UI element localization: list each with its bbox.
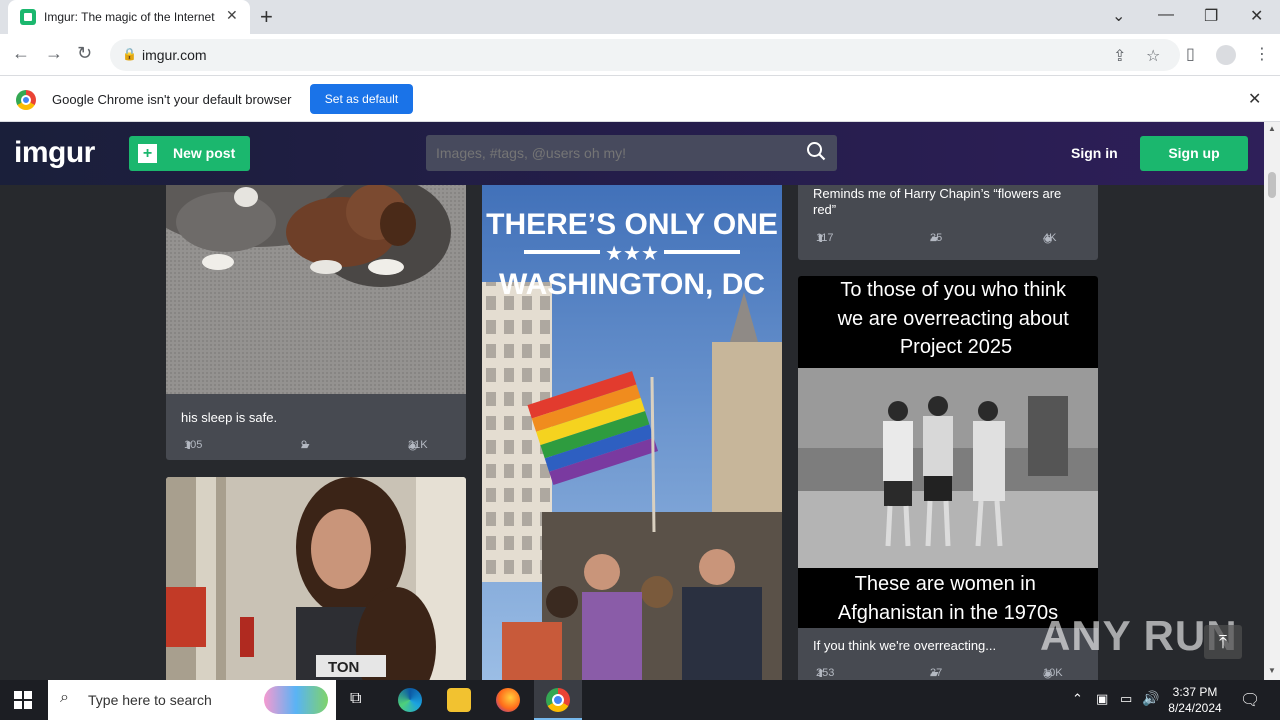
upvote-count: 117 (816, 232, 834, 244)
browser-tab[interactable]: Imgur: The magic of the Internet ✕ (8, 0, 250, 34)
window-close-icon[interactable]: ✕ (1250, 6, 1263, 26)
minimize-icon[interactable]: — (1158, 6, 1174, 24)
profile-avatar-icon[interactable] (1216, 45, 1236, 65)
post-card[interactable]: THERE’S ONLY ONE ★★★ WASHINGTON, DC (482, 172, 782, 680)
scroll-to-top-icon[interactable]: ⤒ (1204, 625, 1242, 659)
sign-up-button[interactable]: Sign up (1140, 136, 1248, 171)
washington-line1: THERE’S ONLY ONE (486, 208, 778, 241)
post-card[interactable]: his sleep is safe. ⬆ 105 ▰ 9 ◉ 21K (166, 172, 466, 460)
share-icon[interactable]: ⇪ (1113, 46, 1126, 66)
upvote-count: 253 (816, 667, 835, 679)
network-icon[interactable]: ▭ (1120, 691, 1132, 707)
address-bar[interactable]: 🔒 imgur.com ⇪ ☆ (110, 39, 1180, 71)
plus-icon: + (138, 144, 157, 163)
scroll-up-arrow-icon[interactable]: ▲ (1268, 124, 1276, 133)
clock-time: 3:37 PM (1172, 685, 1218, 699)
view-count: 21K (408, 439, 428, 451)
firefox-icon[interactable] (496, 688, 520, 712)
upvote-count: 105 (184, 439, 203, 451)
tray-chevron-icon[interactable]: ⌃ (1072, 691, 1083, 707)
default-browser-infobar: Google Chrome isn't your default browser… (0, 77, 1280, 122)
tab-search-chevron-icon[interactable]: ⌄ (1112, 6, 1125, 26)
new-tab-icon[interactable]: + (260, 4, 273, 30)
task-view-icon[interactable]: ⧉ (350, 690, 361, 708)
post-image-washington: THERE’S ONLY ONE ★★★ WASHINGTON, DC (482, 172, 782, 680)
file-explorer-icon[interactable] (447, 688, 471, 712)
taskbar-search-placeholder: Type here to search (88, 692, 212, 708)
post-image-dogs (166, 172, 466, 394)
post-stats: ⬆ 253 ▰ 37 ◉ 10K (813, 667, 1083, 680)
tray-device-icon[interactable]: ▣ (1096, 691, 1108, 707)
post-stats: ⬆ 105 ▰ 9 ◉ 21K (181, 439, 451, 453)
comment-count: 37 (930, 667, 943, 679)
taskbar-search-box[interactable]: ⌕ Type here to search (48, 680, 336, 720)
tab-title: Imgur: The magic of the Internet (44, 10, 215, 24)
tab-strip: Imgur: The magic of the Internet ✕ + ⌄ —… (0, 0, 1280, 34)
post-card[interactable]: TON (166, 477, 466, 680)
menu-kebab-icon[interactable]: ⋮ (1254, 44, 1270, 64)
restore-icon[interactable]: ❐ (1204, 6, 1218, 26)
chrome-logo-icon (16, 90, 36, 110)
view-count: 4K (1043, 232, 1057, 244)
browser-toolbar: ← → ↻ 🔒 imgur.com ⇪ ☆ (0, 34, 1280, 76)
search-highlight-icon (264, 686, 328, 714)
view-count: 10K (1043, 667, 1063, 679)
post-image-woman: TON (166, 477, 466, 680)
clock-date: 8/24/2024 (1168, 701, 1222, 715)
side-panel-icon[interactable]: ▯ (1186, 44, 1195, 64)
post-caption: Reminds me of Harry Chapin’s “flowers ar… (813, 186, 1062, 217)
reload-icon[interactable]: ↻ (77, 43, 92, 64)
page-scrollbar[interactable]: ▲ ▼ (1264, 122, 1280, 680)
infobar-message: Google Chrome isn't your default browser (52, 92, 292, 107)
windows-start-icon[interactable] (14, 691, 32, 709)
post-caption: If you think we're overreacting... (813, 638, 997, 653)
search-input[interactable] (426, 135, 837, 171)
set-as-default-button[interactable]: Set as default (310, 84, 413, 114)
comment-count: 35 (930, 232, 943, 244)
edge-icon[interactable] (398, 688, 422, 712)
comment-count: 9 (301, 439, 308, 451)
washington-line2: WASHINGTON, DC (499, 268, 765, 301)
volume-icon[interactable]: 🔊 (1142, 690, 1159, 707)
back-icon[interactable]: ← (12, 43, 30, 64)
sign-in-link[interactable]: Sign in (1071, 145, 1118, 161)
scroll-down-arrow-icon[interactable]: ▼ (1268, 666, 1276, 675)
infobar-close-icon[interactable]: ✕ (1248, 89, 1261, 109)
new-post-button[interactable]: + New post (129, 136, 250, 171)
imgur-page: imgur + New post Sign in Sign up (0, 122, 1264, 680)
notification-icon[interactable]: 🗨 (1240, 690, 1260, 710)
scrollbar-thumb[interactable] (1268, 172, 1276, 198)
post-stats: ⬆ 117 ▰ 35 ◉ 4K (813, 232, 1083, 246)
post-card[interactable]: Reminds me of Harry Chapin’s “flowers ar… (798, 172, 1098, 260)
chrome-icon (546, 688, 570, 712)
post-image-afghanistan: To those of you who think we are overrea… (798, 276, 1098, 628)
forward-icon[interactable]: → (45, 43, 63, 64)
washington-stars: ★★★ (605, 241, 659, 265)
chrome-taskbar-button[interactable] (534, 680, 582, 720)
bookmark-star-icon[interactable]: ☆ (1146, 46, 1160, 66)
url-text: imgur.com (142, 47, 207, 63)
imgur-navbar: imgur + New post Sign in Sign up (0, 122, 1264, 185)
lock-icon: 🔒 (122, 47, 137, 61)
search-icon[interactable] (806, 141, 826, 161)
shirt-text: TON (328, 659, 359, 676)
post-caption: his sleep is safe. (181, 410, 278, 425)
tab-close-icon[interactable]: ✕ (226, 7, 238, 24)
imgur-favicon-icon (20, 9, 36, 25)
taskbar-clock[interactable]: 3:37 PM 8/24/2024 (1162, 684, 1228, 716)
new-post-label: New post (173, 145, 236, 161)
imgur-logo[interactable]: imgur (14, 136, 95, 170)
windows-taskbar: ⌕ Type here to search ⧉ ⌃ ▣ ▭ 🔊 3:37 PM … (0, 680, 1280, 720)
search-magnifier-icon: ⌕ (60, 689, 69, 706)
